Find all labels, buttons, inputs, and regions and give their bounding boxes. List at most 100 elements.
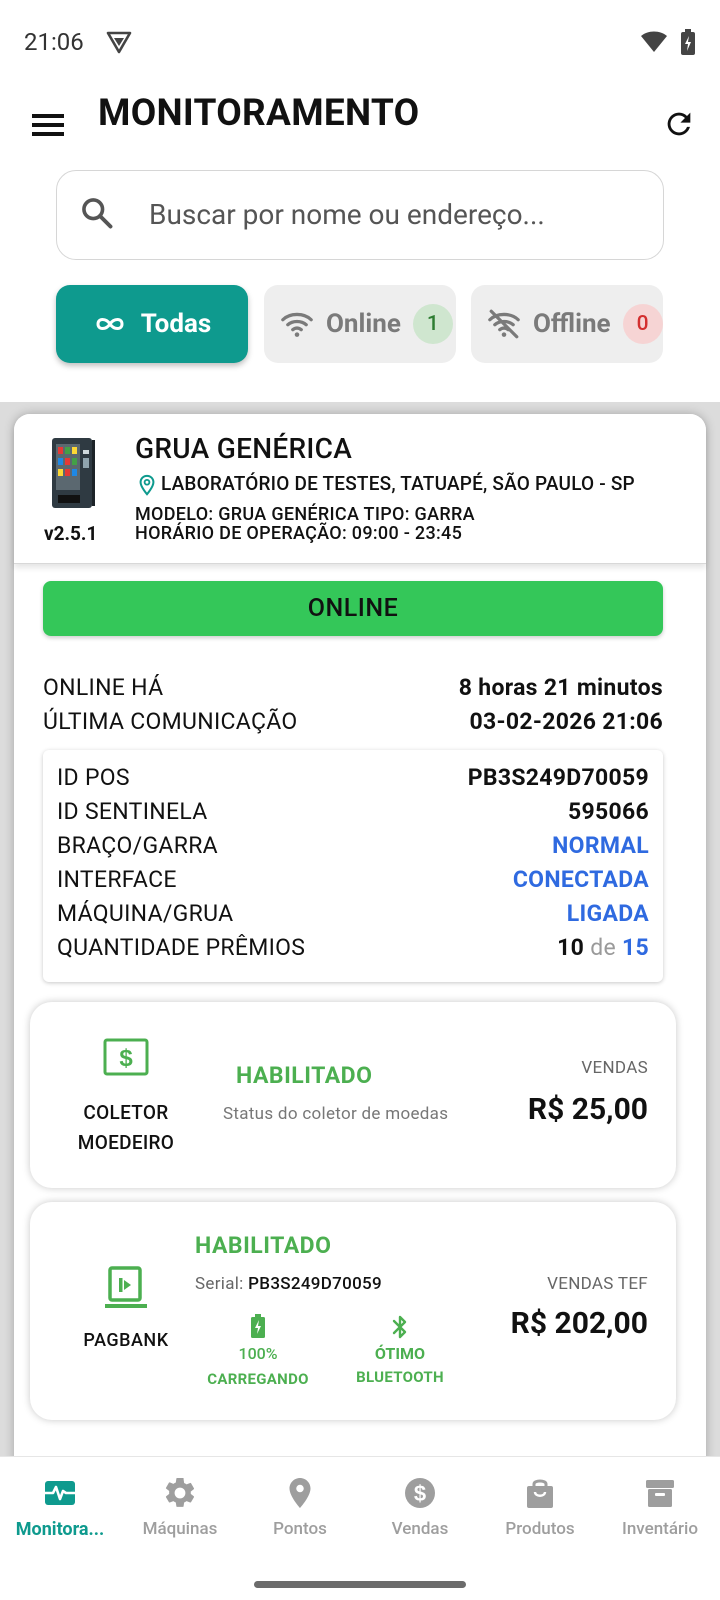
coin-collector-label-line1: COLETOR bbox=[83, 1101, 169, 1124]
wifi-icon bbox=[281, 312, 313, 337]
online-for-value: 8 horas 21 minutos bbox=[458, 674, 663, 701]
search-box[interactable] bbox=[56, 170, 664, 260]
serial-label: Serial: bbox=[195, 1274, 244, 1294]
machine-operating-hours: HORÁRIO DE OPERAÇÃO: 09:00 - 23:45 bbox=[135, 523, 463, 544]
cash-icon: $ bbox=[103, 1038, 149, 1076]
online-for-row: ONLINE HÁ 8 horas 21 minutos bbox=[43, 674, 663, 704]
nav-sales[interactable]: $ Vendas bbox=[360, 1457, 480, 1567]
pagbank-status: HABILITADO bbox=[195, 1232, 332, 1259]
location-pin-icon bbox=[289, 1478, 311, 1508]
prizes-of: de bbox=[590, 934, 616, 961]
filter-all-button[interactable]: Todas bbox=[56, 285, 248, 363]
bluetooth-label: BLUETOOTH bbox=[356, 1368, 444, 1386]
nav-products[interactable]: Produtos bbox=[480, 1457, 600, 1567]
home-indicator[interactable] bbox=[254, 1581, 466, 1588]
archive-box-icon bbox=[646, 1480, 674, 1507]
machine-power-label: MÁQUINA/GRUA bbox=[57, 900, 234, 927]
detail-row-sentinel: ID SENTINELA 595066 bbox=[57, 798, 649, 828]
coin-collector-card[interactable]: $ COLETOR MOEDEIRO HABILITADO Status do … bbox=[30, 1002, 676, 1188]
machine-card[interactable]: v2.5.1 GRUA GENÉRICA LABORATÓRIO DE TEST… bbox=[14, 414, 706, 1456]
tef-sales-label: VENDAS TEF bbox=[547, 1274, 648, 1294]
nav-machines-label: Máquinas bbox=[142, 1519, 218, 1539]
machine-model-type: MODELO: GRUA GENÉRICA TIPO: GARRA bbox=[135, 504, 475, 525]
interface-label: INTERFACE bbox=[57, 866, 177, 893]
prizes-total: 15 bbox=[622, 934, 649, 961]
coin-sales-value: R$ 25,00 bbox=[527, 1092, 648, 1127]
last-communication-label: ÚLTIMA COMUNICAÇÃO bbox=[43, 708, 298, 735]
pos-label: ID POS bbox=[57, 764, 130, 791]
machine-card-header[interactable]: v2.5.1 GRUA GENÉRICA LABORATÓRIO DE TEST… bbox=[14, 414, 706, 564]
pagbank-serial: Serial: PB3S249D70059 bbox=[195, 1274, 382, 1294]
infinity-icon bbox=[96, 318, 124, 330]
monitor-heart-icon bbox=[45, 1481, 75, 1505]
search-icon bbox=[82, 198, 113, 229]
status-bar: 21:06 bbox=[0, 0, 720, 84]
detail-row-arm: BRAÇO/GARRA NORMAL bbox=[57, 832, 649, 862]
nav-inventory[interactable]: Inventário bbox=[600, 1457, 720, 1567]
coin-sales-label: VENDAS bbox=[581, 1058, 648, 1078]
menu-icon[interactable] bbox=[30, 110, 66, 140]
nav-machines[interactable]: Máquinas bbox=[120, 1457, 240, 1567]
vpn-icon bbox=[106, 31, 132, 54]
pagbank-label: PAGBANK bbox=[83, 1330, 169, 1351]
filter-offline-label: Offline bbox=[533, 309, 611, 339]
wifi-off-icon bbox=[488, 309, 520, 339]
nav-monitoring[interactable]: Monitora... bbox=[0, 1457, 120, 1567]
detail-row-prizes: QUANTIDADE PRÊMIOS 10 de 15 bbox=[57, 934, 649, 964]
battery-charging-icon bbox=[251, 1314, 265, 1338]
pagbank-card[interactable]: PAGBANK HABILITADO Serial: PB3S249D70059… bbox=[30, 1202, 676, 1420]
pos-terminal-icon bbox=[105, 1266, 147, 1308]
detail-row-interface: INTERFACE CONECTADA bbox=[57, 866, 649, 896]
last-communication-row: ÚLTIMA COMUNICAÇÃO 03-02-2026 21:06 bbox=[43, 708, 663, 738]
prizes-current: 10 bbox=[557, 934, 585, 961]
machine-details: ID POS PB3S249D70059 ID SENTINELA 595066… bbox=[43, 750, 663, 982]
dollar-circle-icon: $ bbox=[405, 1478, 435, 1508]
nav-inventory-label: Inventário bbox=[622, 1519, 698, 1539]
nav-sales-label: Vendas bbox=[391, 1519, 449, 1539]
bottom-navigation: Monitora... Máquinas Pontos $ Vendas Pro… bbox=[0, 1456, 720, 1566]
nav-points-label: Pontos bbox=[273, 1519, 327, 1539]
detail-row-machine: MÁQUINA/GRUA LIGADA bbox=[57, 900, 649, 930]
filter-online-button[interactable]: Online 1 bbox=[264, 285, 456, 363]
gear-icon bbox=[165, 1477, 195, 1507]
coin-collector-label: COLETOR MOEDEIRO bbox=[50, 1098, 202, 1158]
nav-products-label: Produtos bbox=[505, 1519, 575, 1539]
page-title: MONITORAMENTO bbox=[98, 92, 420, 135]
machine-name: GRUA GENÉRICA bbox=[135, 432, 353, 465]
coin-collector-status: HABILITADO bbox=[236, 1062, 373, 1089]
refresh-icon[interactable] bbox=[662, 107, 696, 141]
detail-row-pos: ID POS PB3S249D70059 bbox=[57, 764, 649, 794]
battery-state: CARREGANDO bbox=[207, 1370, 309, 1388]
coin-collector-label-line2: MOEDEIRO bbox=[77, 1131, 175, 1154]
location-pin-icon bbox=[139, 474, 155, 496]
filter-all-label: Todas bbox=[140, 309, 212, 339]
prizes-label: QUANTIDADE PRÊMIOS bbox=[57, 934, 306, 961]
machine-list[interactable]: v2.5.1 GRUA GENÉRICA LABORATÓRIO DE TEST… bbox=[0, 402, 720, 1456]
arm-value: NORMAL bbox=[552, 832, 649, 859]
vending-machine-icon bbox=[52, 438, 95, 508]
status-time: 21:06 bbox=[24, 28, 84, 56]
nav-monitoring-label: Monitora... bbox=[15, 1519, 105, 1540]
bluetooth-icon bbox=[392, 1315, 407, 1339]
svg-text:$: $ bbox=[119, 1045, 133, 1072]
online-count-badge: 1 bbox=[412, 304, 453, 344]
machine-location: LABORATÓRIO DE TESTES, TATUAPÉ, SÃO PAUL… bbox=[161, 472, 635, 495]
search-input[interactable] bbox=[149, 193, 639, 235]
sentinel-value: 595066 bbox=[568, 798, 649, 825]
wifi-signal-icon bbox=[641, 31, 667, 52]
online-for-label: ONLINE HÁ bbox=[43, 674, 164, 701]
interface-value: CONECTADA bbox=[512, 866, 649, 893]
filter-online-label: Online bbox=[326, 309, 401, 339]
serial-value: PB3S249D70059 bbox=[248, 1274, 382, 1294]
nav-points[interactable]: Pontos bbox=[240, 1457, 360, 1567]
prizes-value: 10 de 15 bbox=[557, 934, 649, 961]
battery-percent: 100% bbox=[238, 1344, 278, 1363]
filter-offline-button[interactable]: Offline 0 bbox=[471, 285, 663, 363]
machine-version: v2.5.1 bbox=[44, 522, 98, 545]
status-badge: ONLINE bbox=[43, 581, 663, 636]
shopping-bag-icon bbox=[527, 1479, 553, 1508]
tef-sales-value: R$ 202,00 bbox=[510, 1306, 648, 1341]
arm-label: BRAÇO/GARRA bbox=[57, 832, 218, 859]
offline-count-badge: 0 bbox=[622, 304, 663, 344]
last-communication-value: 03-02-2026 21:06 bbox=[469, 708, 663, 735]
